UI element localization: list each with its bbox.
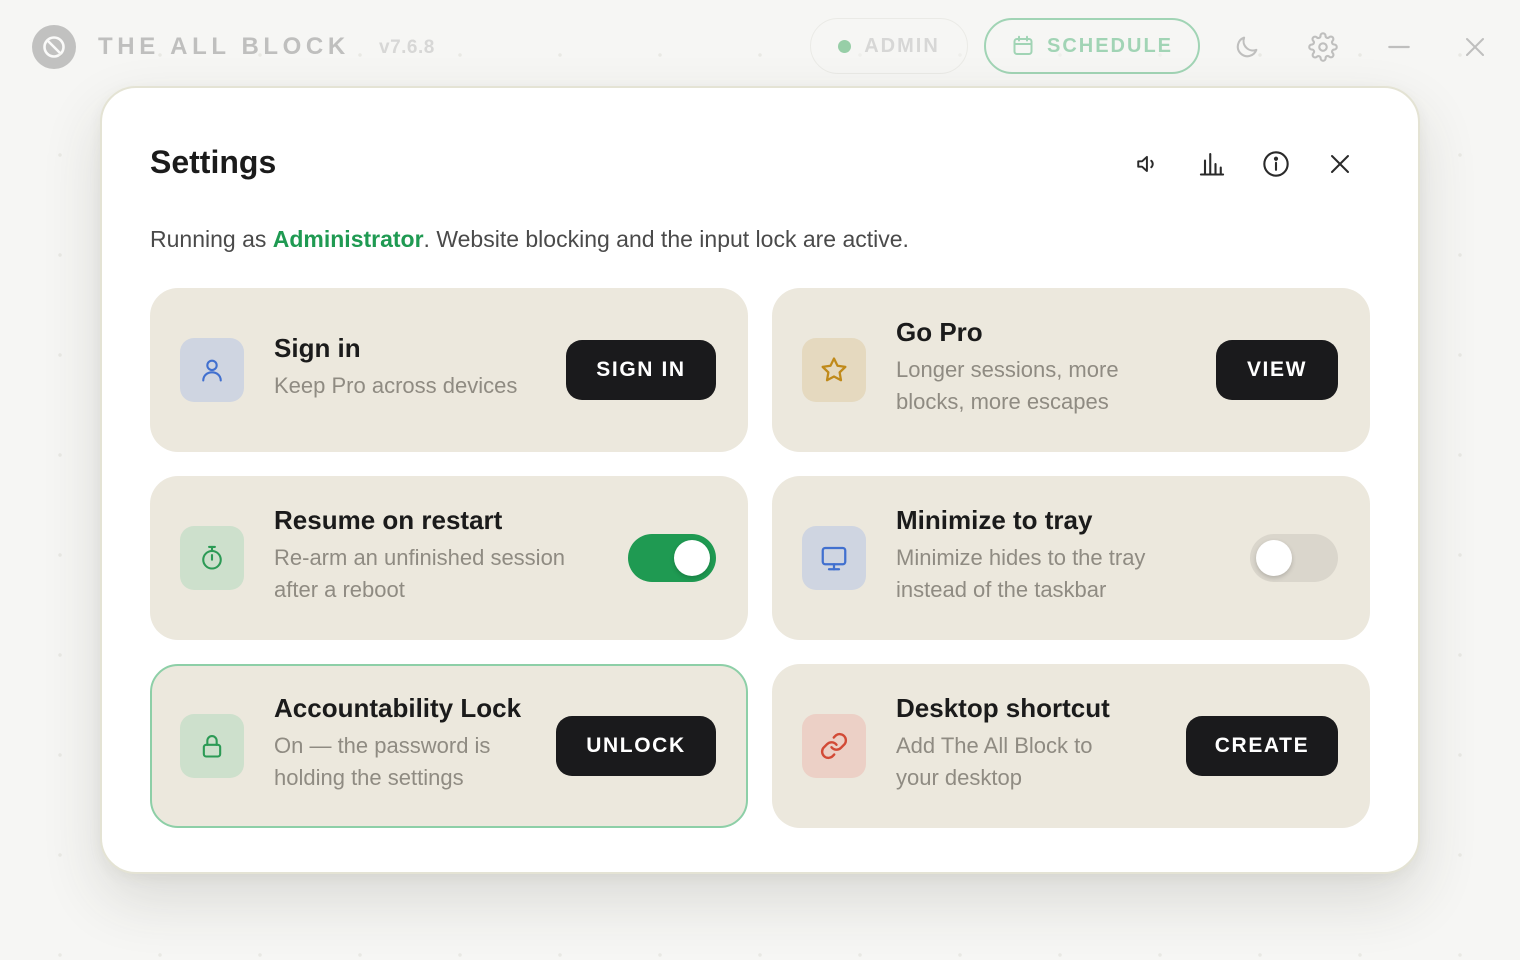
resume-desc-line: Re-arm an unfinished session — [274, 545, 566, 570]
create-button[interactable]: CREATE — [1186, 716, 1338, 776]
admin-label: ADMIN — [864, 34, 940, 57]
bar-chart-icon[interactable] — [1192, 144, 1232, 184]
status-prefix: Running as — [150, 226, 273, 252]
status-role: Administrator — [272, 226, 424, 252]
go-pro-text: Go Pro Longer sessions, more blocks, mor… — [896, 316, 1119, 418]
app-version: v7.6.8 — [379, 37, 435, 58]
tray-desc: Minimize hides to the tray instead of th… — [896, 542, 1145, 606]
view-button[interactable]: VIEW — [1216, 340, 1338, 400]
shortcut-desc-line: Add The All Block to — [896, 733, 1093, 758]
tray-toggle[interactable] — [1250, 534, 1338, 582]
modal-close-icon[interactable] — [1320, 144, 1360, 184]
resume-title: Resume on restart — [274, 505, 503, 535]
resume-card: Resume on restart Re-arm an unfinished s… — [150, 476, 748, 640]
shortcut-desc-line: your desktop — [896, 765, 1022, 790]
tray-title: Minimize to tray — [896, 505, 1093, 535]
tray-text: Minimize to tray Minimize hides to the t… — [896, 504, 1145, 606]
tray-card: Minimize to tray Minimize hides to the t… — [772, 476, 1370, 640]
lock-title: Accountability Lock — [274, 693, 522, 723]
title-bar: THE ALL BLOCK v7.6.8 ADMIN SCHEDULE — [0, 0, 1520, 94]
resume-desc-line: after a reboot — [274, 577, 405, 602]
go-pro-desc: Longer sessions, more blocks, more escap… — [896, 354, 1119, 418]
info-icon[interactable] — [1256, 144, 1296, 184]
resume-text: Resume on restart Re-arm an unfinished s… — [274, 504, 565, 606]
close-icon[interactable] — [1458, 30, 1492, 64]
unlock-button[interactable]: UNLOCK — [556, 716, 716, 776]
shortcut-desc: Add The All Block to your desktop — [896, 730, 1110, 794]
sign-in-title: Sign in — [274, 333, 361, 363]
go-pro-card: Go Pro Longer sessions, more blocks, mor… — [772, 288, 1370, 452]
desktop-shortcut-card: Desktop shortcut Add The All Block to yo… — [772, 664, 1370, 828]
tray-desc-line: instead of the taskbar — [896, 577, 1107, 602]
toggle-knob — [674, 540, 710, 576]
modal-title: Settings — [150, 144, 277, 180]
status-line: Running as Administrator. Website blocki… — [150, 226, 909, 253]
lock-desc-line: holding the settings — [274, 765, 464, 790]
schedule-label: SCHEDULE — [1046, 34, 1173, 57]
lock-desc: On — the password is holding the setting… — [274, 730, 521, 794]
toggle-knob — [1256, 540, 1292, 576]
resume-toggle[interactable] — [628, 534, 716, 582]
sign-in-text: Sign in Keep Pro across devices — [274, 332, 517, 402]
monitor-icon — [802, 526, 866, 590]
gear-icon[interactable] — [1306, 30, 1340, 64]
app-title: THE ALL BLOCK — [98, 33, 350, 60]
lock-text: Accountability Lock On — the password is… — [274, 692, 521, 794]
link-icon — [802, 714, 866, 778]
lock-desc-line: On — the password is — [274, 733, 491, 758]
lock-icon — [180, 714, 244, 778]
status-dot — [838, 39, 852, 53]
tray-desc-line: Minimize hides to the tray — [896, 545, 1146, 570]
calendar-icon — [1013, 35, 1033, 55]
admin-badge: ADMIN — [810, 18, 968, 74]
go-pro-desc-line: blocks, more escapes — [896, 389, 1109, 414]
schedule-button[interactable]: SCHEDULE — [984, 18, 1200, 74]
moon-icon[interactable] — [1230, 30, 1264, 64]
block-icon — [32, 25, 76, 69]
minimize-icon[interactable] — [1382, 30, 1416, 64]
sign-in-desc: Keep Pro across devices — [274, 373, 518, 398]
user-icon — [180, 338, 244, 402]
status-suffix: . Website blocking and the input lock ar… — [423, 226, 909, 252]
accountability-lock-card: Accountability Lock On — the password is… — [150, 664, 748, 828]
resume-desc: Re-arm an unfinished session after a reb… — [274, 542, 565, 606]
go-pro-title: Go Pro — [896, 317, 983, 347]
shortcut-text: Desktop shortcut Add The All Block to yo… — [896, 692, 1110, 794]
sign-in-button[interactable]: SIGN IN — [566, 340, 716, 400]
go-pro-desc-line: Longer sessions, more — [896, 357, 1119, 382]
settings-modal: Settings Running as Administrator. Websi… — [100, 86, 1420, 874]
speaker-icon[interactable] — [1128, 144, 1168, 184]
sign-in-card: Sign in Keep Pro across devices SIGN IN — [150, 288, 748, 452]
shortcut-title: Desktop shortcut — [896, 693, 1110, 723]
timer-icon — [180, 526, 244, 590]
star-icon — [802, 338, 866, 402]
